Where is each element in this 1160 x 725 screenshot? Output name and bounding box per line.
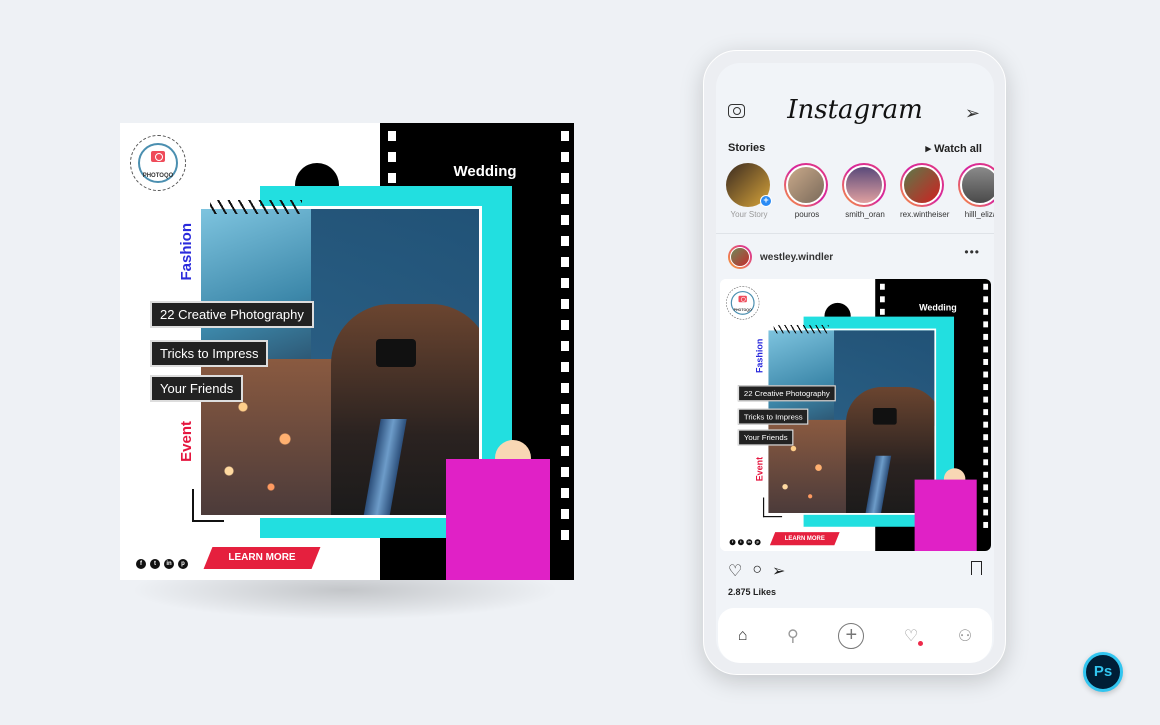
notification-dot [918,640,924,646]
story-item[interactable]: rex.wintheiser [900,163,950,219]
post-avatar[interactable] [728,245,752,269]
caption-line-1: 22 Creative Photography [150,301,314,328]
search-icon[interactable]: ⚲ [787,626,799,646]
linkedin-icon[interactable]: in [164,559,174,569]
social-post-design: Wedding PHOTOQO Fashion Event 22 Creativ… [120,123,574,580]
share-icon[interactable]: ➢ [772,561,785,581]
avatar [786,165,826,205]
linkedin-icon[interactable]: in [746,539,753,546]
learn-more-button[interactable]: LEARN MORE [203,547,321,569]
film-holes-right [983,283,989,535]
hatch-decoration [773,324,829,334]
phone-mockup: Instagram ➢ Stories ▸ Watch all + Your S… [703,50,1006,675]
stories-row: + Your Story pouros smith_oran rex.winth… [726,163,994,219]
post-actions: ♡ ○ ➢ [728,561,785,581]
app-header: Instagram ➢ [716,63,994,133]
like-icon[interactable]: ♡ [728,561,742,581]
learn-more-label: LEARN MORE [228,552,296,563]
pinterest-icon[interactable]: p [178,559,188,569]
twitter-icon[interactable]: t [737,539,744,546]
pinterest-icon[interactable]: p [754,539,761,546]
more-options-icon[interactable]: ••• [964,245,980,259]
fashion-label: Fashion [754,338,765,374]
story-name: pouros [794,210,820,219]
avatar [844,165,884,205]
avatar [960,165,994,205]
facebook-icon[interactable]: f [136,559,146,569]
heart-icon[interactable]: ♡ [904,626,924,646]
post-header: westley.windler [728,245,833,269]
hatch-decoration [210,200,302,214]
caption-line-1: 22 Creative Photography [737,385,836,402]
caption-line-3: Your Friends [737,429,794,446]
logo-brand: PHOTOQO [733,308,752,313]
home-icon[interactable]: ⌂ [738,627,748,645]
add-icon[interactable]: + [838,622,865,649]
app-title: Instagram [787,95,923,125]
corner-mark [192,489,224,522]
fashion-label: Fashion [178,223,195,281]
camera-icon [738,295,747,303]
wedding-label: Wedding [453,163,517,180]
divider [716,233,994,234]
magenta-block [446,459,550,580]
learn-more-button[interactable]: LEARN MORE [769,532,840,546]
corner-mark [762,497,783,518]
comment-icon[interactable]: ○ [752,561,762,581]
facebook-icon[interactable]: f [729,539,736,546]
event-label: Event [754,456,765,482]
learn-more-label: LEARN MORE [784,535,825,542]
caption-line-3: Your Friends [150,375,244,402]
wedding-label: Wedding [919,302,957,314]
instagram-screen: Instagram ➢ Stories ▸ Watch all + Your S… [716,63,994,663]
photoshop-badge: Ps [1083,652,1123,692]
twitter-icon[interactable]: t [150,559,160,569]
story-your-story[interactable]: + Your Story [726,163,772,219]
event-label: Event [178,421,195,462]
story-name: hilll_eliza [964,210,994,219]
story-item[interactable]: pouros [784,163,830,219]
studio-logo: PHOTOQO [130,135,186,191]
story-name: rex.wintheiser [900,210,950,219]
magenta-block [914,479,977,551]
watch-all-link[interactable]: ▸ Watch all [926,142,982,155]
caption-line-2: Tricks to Impress [150,340,269,367]
film-holes-left [388,131,396,194]
logo-brand: PHOTOQO [142,173,174,179]
bookmark-icon[interactable] [971,561,982,575]
studio-logo: PHOTOQO [725,286,760,320]
add-story-icon[interactable]: + [760,195,772,207]
stories-title: Stories [728,142,766,154]
story-item[interactable]: hilll_eliza [958,163,994,219]
film-holes-right [561,131,569,551]
social-icons: f t in p [136,559,188,569]
profile-icon[interactable]: ⚇ [958,626,972,646]
story-name: Your Story [730,210,768,219]
feed-post-image[interactable]: Wedding PHOTOQO Fashion Event 22 Creativ… [720,279,991,551]
watch-all-label: Watch all [934,143,982,155]
direct-message-icon[interactable]: ➢ [965,103,980,124]
avatar [902,165,942,205]
story-item[interactable]: smith_oran [842,163,888,219]
story-name: smith_oran [845,210,885,219]
caption-line-2: Tricks to Impress [737,408,809,425]
camera-icon [151,151,165,162]
likes-count: 2.875 Likes [728,587,777,597]
social-icons: f t in p [729,539,761,546]
post-username[interactable]: westley.windler [760,252,833,263]
feed-post-design: Wedding PHOTOQO Fashion Event 22 Creativ… [720,279,991,551]
bottom-nav: ⌂ ⚲ + ♡ ⚇ [718,608,992,663]
